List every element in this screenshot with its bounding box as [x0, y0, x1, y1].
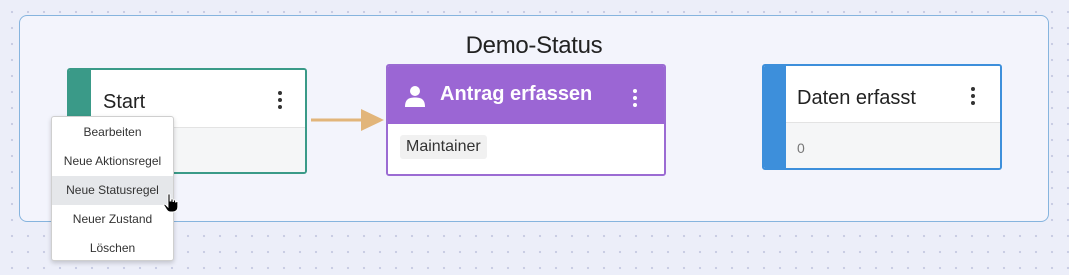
node-result-menu-icon[interactable]	[970, 87, 976, 105]
connector-arrow	[311, 109, 384, 131]
menu-item-neue-statusregel[interactable]: Neue Statusregel	[52, 176, 173, 205]
menu-item-loeschen[interactable]: Löschen	[52, 234, 173, 263]
context-menu: Bearbeiten Neue Aktionsregel Neue Status…	[51, 116, 174, 261]
menu-item-neue-aktionsregel[interactable]: Neue Aktionsregel	[52, 147, 173, 176]
role-tag: Maintainer	[400, 135, 487, 159]
node-action-title: Antrag erfassen	[440, 83, 593, 105]
node-start-title: Start	[103, 91, 146, 113]
node-action-header: Antrag erfassen	[388, 66, 664, 124]
hand-cursor-icon	[163, 193, 179, 213]
node-start-menu-icon[interactable]	[277, 91, 283, 109]
node-result[interactable]: Daten erfasst 0	[762, 64, 1002, 170]
node-result-stripe	[764, 66, 786, 168]
person-icon	[405, 86, 425, 107]
node-result-count: 0	[797, 140, 805, 156]
node-action-menu-icon[interactable]	[632, 89, 638, 107]
menu-item-bearbeiten[interactable]: Bearbeiten	[52, 118, 173, 147]
menu-item-neuer-zustand[interactable]: Neuer Zustand	[52, 205, 173, 234]
node-result-header: Daten erfasst	[786, 66, 1000, 122]
node-action[interactable]: Antrag erfassen Maintainer	[386, 64, 666, 176]
group-title: Demo-Status	[465, 32, 603, 59]
node-result-body: 0	[786, 122, 1000, 168]
node-action-body: Maintainer	[388, 124, 664, 174]
node-result-title: Daten erfasst	[797, 87, 916, 109]
